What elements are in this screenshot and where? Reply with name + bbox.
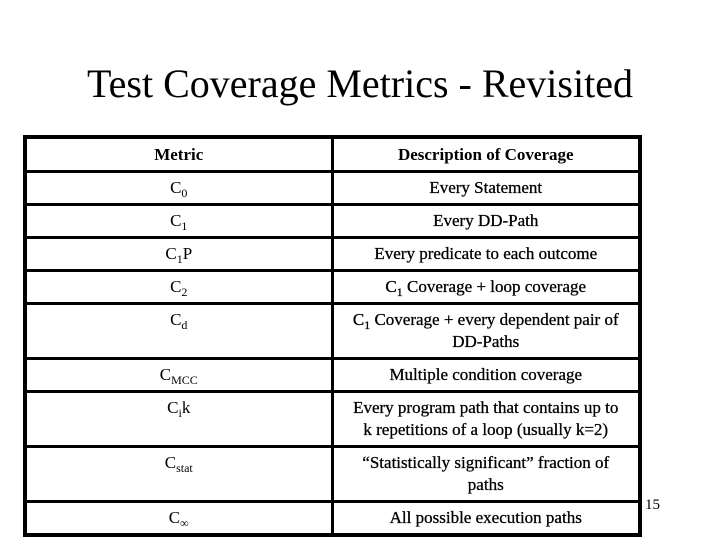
table-row: C∞ All possible execution paths xyxy=(23,500,642,537)
metric-cell: Cd xyxy=(23,302,334,360)
metric-suffix: k xyxy=(181,398,191,417)
metric-cell: Cik xyxy=(23,390,334,448)
description-cell: Multiple condition coverage xyxy=(330,357,642,393)
table-row: C2 C1 Coverage + loop coverage xyxy=(23,269,642,305)
header-description: Description of Coverage xyxy=(330,135,642,173)
description-text: Every predicate to each outcome xyxy=(374,244,598,263)
metric-subscript: ∞ xyxy=(180,516,189,530)
description-text: Every program path that contains up to xyxy=(353,398,619,417)
description-text: Every Statement xyxy=(429,178,543,197)
metric-subscript: 1 xyxy=(176,252,183,266)
description-text-line2: DD-Paths xyxy=(452,332,520,351)
metric-subscript: 1 xyxy=(181,219,188,233)
description-cell: C1 Coverage + every dependent pair of DD-… xyxy=(330,302,642,360)
description-cell: All possible execution paths xyxy=(330,500,642,537)
description-text: All possible execution paths xyxy=(389,508,582,527)
metric-cell: C0 xyxy=(23,170,334,206)
metric-base: C xyxy=(170,310,182,329)
description-text: “Statistically significant” fraction of xyxy=(362,453,610,472)
metric-cell: C2 xyxy=(23,269,334,305)
table-row: CMCC Multiple condition coverage xyxy=(23,357,642,393)
metric-base: C xyxy=(167,398,179,417)
metric-subscript: 0 xyxy=(181,186,188,200)
metric-subscript: i xyxy=(178,406,182,420)
table-row: Cstat “Statistically significant” fracti… xyxy=(23,445,642,503)
metric-base: C xyxy=(159,365,172,384)
description-prefix-base: C xyxy=(352,310,365,329)
table-header-row: Metric Description of Coverage xyxy=(23,135,642,173)
metric-subscript: 2 xyxy=(181,285,188,299)
description-cell: Every DD-Path xyxy=(330,203,642,239)
table-row: C1P Every predicate to each outcome xyxy=(23,236,642,272)
metric-subscript: MCC xyxy=(171,373,198,387)
slide-title: Test Coverage Metrics - Revisited xyxy=(87,61,633,106)
description-text-line2: k repetitions of a loop (usually k=2) xyxy=(363,420,609,439)
metric-subscript: stat xyxy=(176,461,193,475)
metric-subscript: d xyxy=(181,318,188,332)
metric-base: C xyxy=(168,508,181,527)
header-metric: Metric xyxy=(23,135,334,173)
metric-base: C xyxy=(170,277,182,296)
metric-suffix: P xyxy=(182,244,193,263)
page-number: 15 xyxy=(645,497,660,513)
metric-cell: C1 xyxy=(23,203,334,239)
metric-base: C xyxy=(165,244,177,263)
description-prefix-base: C xyxy=(385,277,397,296)
coverage-metrics-table: Metric Description of Coverage C0 Every … xyxy=(23,135,642,537)
description-text-line2: paths xyxy=(467,475,504,494)
description-text: Every DD-Path xyxy=(433,211,539,230)
metric-base: C xyxy=(170,178,182,197)
description-prefix-subscript: 1 xyxy=(364,318,371,332)
metric-cell: C∞ xyxy=(23,500,334,537)
description-text: Multiple condition coverage xyxy=(389,365,583,384)
description-cell: Every program path that contains up to k … xyxy=(330,390,642,448)
description-cell: Every predicate to each outcome xyxy=(330,236,642,272)
table-row: C1 Every DD-Path xyxy=(23,203,642,239)
description-prefix-subscript: 1 xyxy=(396,285,403,299)
description-text: Coverage + loop coverage xyxy=(402,277,587,296)
metric-cell: Cstat xyxy=(23,445,334,503)
metric-base: C xyxy=(164,453,177,472)
description-cell: Every Statement xyxy=(330,170,642,206)
description-cell: C1 Coverage + loop coverage xyxy=(330,269,642,305)
description-cell: “Statistically significant” fraction of p… xyxy=(330,445,642,503)
description-text: Coverage + every dependent pair of xyxy=(370,310,619,329)
table-row: Cik Every program path that contains up … xyxy=(23,390,642,448)
metric-cell: CMCC xyxy=(23,357,334,393)
metric-base: C xyxy=(170,211,182,230)
metric-cell: C1P xyxy=(23,236,334,272)
table-row: C0 Every Statement xyxy=(23,170,642,206)
table-row: Cd C1 Coverage + every dependent pair of… xyxy=(23,302,642,360)
